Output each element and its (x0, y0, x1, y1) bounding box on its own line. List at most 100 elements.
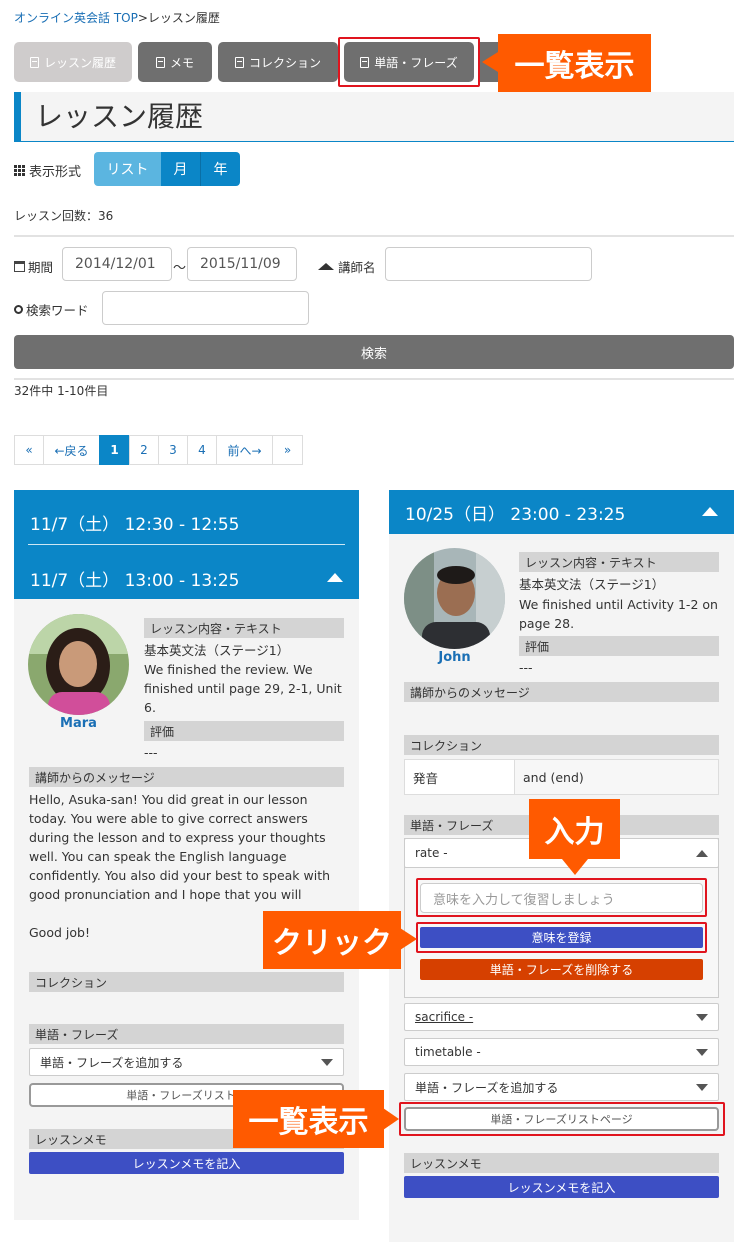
add-word-label: 単語・フレーズを追加する (415, 1080, 559, 1095)
chevron-down-icon (321, 1059, 333, 1066)
period-field: 期間 (14, 257, 53, 276)
teacher-avatar (404, 548, 505, 649)
tab-memo[interactable]: メモ (138, 42, 212, 82)
grid-icon (14, 165, 25, 176)
breadcrumb: オンライン英会話 TOP>レッスン履歴 (14, 9, 220, 26)
pagination-first[interactable]: « (14, 435, 44, 465)
rating-value: --- (519, 660, 533, 675)
collapse-icon[interactable] (702, 507, 718, 516)
pagination-page-1[interactable]: 1 (99, 435, 130, 465)
divider (14, 235, 734, 237)
lesson-time[interactable]: 11/7（土） 12:30 - 12:55 (30, 500, 240, 544)
word-label: sacrifice - (415, 1010, 474, 1024)
collection-label: コレクション (29, 972, 344, 992)
teacher-name[interactable]: John (404, 650, 505, 665)
tab-label: レッスン履歴 (43, 55, 116, 70)
callout-list-view-top: 一覧表示 (498, 34, 651, 92)
callout-arrow (562, 859, 588, 875)
tab-lesson-history[interactable]: レッスン履歴 (14, 42, 132, 82)
lesson-time[interactable]: 11/7（土） 13:00 - 13:25 (30, 558, 240, 598)
tab-label: コレクション (248, 55, 321, 70)
word-label: rate - (415, 846, 448, 860)
document-icon (29, 56, 39, 68)
write-memo-button[interactable]: レッスンメモを記入 (404, 1176, 719, 1198)
pagination-last[interactable]: » (272, 435, 303, 465)
period-from-input[interactable]: 2014/12/01 (62, 247, 172, 281)
lesson-content-label: レッスン内容・テキスト (144, 618, 344, 638)
chevron-down-icon (696, 1014, 708, 1021)
divider (14, 378, 734, 380)
pagination-prev[interactable]: ←戻る (43, 435, 100, 465)
search-button[interactable]: 検索 (14, 335, 734, 369)
keyword-field: 検索ワード (14, 300, 89, 319)
lesson-memo-label: レッスンメモ (404, 1153, 719, 1173)
callout-input: 入力 (529, 799, 620, 859)
page-title: レッスン履歴 (14, 92, 734, 142)
view-option-list[interactable]: リスト (94, 152, 161, 186)
document-icon (360, 56, 370, 68)
tab-collection[interactable]: コレクション (218, 42, 338, 82)
chevron-down-icon (696, 1084, 708, 1091)
callout-click: クリック (263, 911, 401, 969)
breadcrumb-home-link[interactable]: オンライン英会話 TOP (14, 11, 138, 25)
divider (28, 544, 345, 545)
view-option-month[interactable]: 月 (161, 152, 200, 186)
collection-meaning: and (end) (515, 760, 718, 794)
add-word-label: 単語・フレーズを追加する (40, 1055, 184, 1070)
period-to-input[interactable]: 2015/11/09 (187, 247, 297, 281)
lesson-course: 基本英文法（ステージ1） (144, 643, 290, 658)
period-label: 期間 (28, 260, 54, 275)
pagination-page-2[interactable]: 2 (129, 435, 159, 465)
rating-label: 評価 (519, 636, 719, 656)
keyword-input[interactable] (102, 291, 309, 325)
words-phrases-label: 単語・フレーズ (29, 1024, 344, 1044)
lesson-card-header: 11/7（土） 12:30 - 12:55 11/7（土） 13:00 - 13… (14, 490, 359, 599)
rating-value: --- (144, 745, 158, 760)
calendar-icon (14, 261, 25, 272)
teacher-field: 講師名 (318, 257, 376, 276)
search-icon (14, 305, 23, 314)
teacher-message-label: 講師からのメッセージ (404, 682, 719, 702)
word-list-page-button[interactable]: 単語・フレーズリストページ (404, 1107, 719, 1131)
lesson-time[interactable]: 10/25（日） 23:00 - 23:25 (405, 500, 625, 525)
view-option-year[interactable]: 年 (200, 152, 240, 186)
tab-label: 単語・フレーズ (374, 55, 458, 70)
teacher-message-label: 講師からのメッセージ (29, 767, 344, 787)
delete-word-button[interactable]: 単語・フレーズを削除する (420, 959, 703, 980)
pagination-page-3[interactable]: 3 (158, 435, 188, 465)
teacher-name[interactable]: Mara (28, 716, 129, 731)
lesson-content: We finished until Activity 1-2 on page 2… (519, 597, 718, 631)
collection-label: コレクション (404, 735, 719, 755)
write-memo-button[interactable]: レッスンメモを記入 (29, 1152, 344, 1174)
register-meaning-button[interactable]: 意味を登録 (420, 927, 703, 948)
document-icon (155, 56, 165, 68)
breadcrumb-separator: > (137, 11, 148, 25)
view-format-label: 表示形式 (29, 165, 82, 180)
view-format: 表示形式 (14, 161, 81, 180)
teacher-name-input[interactable] (385, 247, 592, 281)
lesson-content-label: レッスン内容・テキスト (519, 552, 719, 572)
collapse-icon[interactable] (327, 573, 343, 582)
meaning-input[interactable]: 意味を入力して復習しましょう (420, 883, 703, 913)
add-word-select[interactable]: 単語・フレーズを追加する (404, 1073, 719, 1101)
pagination-page-4[interactable]: 4 (187, 435, 217, 465)
collection-row: 発音 and (end) (404, 759, 719, 795)
document-icon (234, 56, 244, 68)
callout-arrow (482, 52, 498, 72)
callout-arrow (400, 928, 417, 950)
add-word-select[interactable]: 単語・フレーズを追加する (29, 1048, 344, 1076)
collection-word: 発音 (405, 760, 515, 794)
pagination-next[interactable]: 前へ→ (216, 435, 273, 465)
tab-label: メモ (169, 55, 194, 70)
graduation-cap-icon (318, 263, 334, 270)
tab-words-phrases[interactable]: 単語・フレーズ (344, 42, 474, 82)
lesson-content: We finished the review. We finished unti… (144, 662, 342, 715)
period-tilde: ～ (173, 261, 187, 276)
teacher-avatar (28, 614, 129, 715)
callout-list-view-bottom: 一覧表示 (233, 1090, 384, 1148)
word-select-timetable[interactable]: timetable - (404, 1038, 719, 1066)
word-select-sacrifice[interactable]: sacrifice - (404, 1003, 719, 1031)
breadcrumb-current: レッスン履歴 (147, 11, 220, 25)
result-summary: 32件中 1-10件目 (14, 384, 109, 398)
chevron-down-icon (696, 1049, 708, 1056)
